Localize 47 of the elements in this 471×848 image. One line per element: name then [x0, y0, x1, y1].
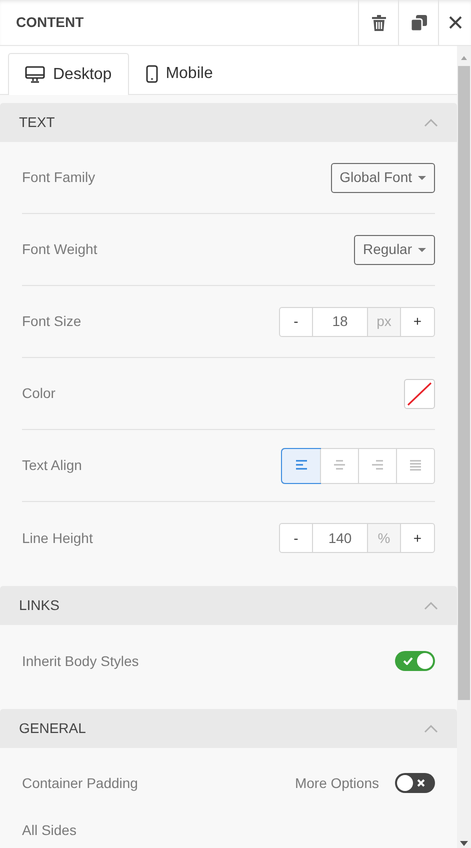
align-right-icon	[371, 460, 384, 471]
field-label: Font Size	[22, 312, 82, 331]
monitor-icon	[25, 66, 45, 83]
align-button[interactable]	[282, 448, 320, 482]
check-icon	[403, 657, 413, 665]
minus-button[interactable]: -	[280, 308, 313, 336]
section-header[interactable]: GENERAL	[0, 709, 457, 748]
scroll-down-icon[interactable]	[459, 838, 469, 848]
align-center-icon	[333, 460, 346, 471]
field-label: Text Align	[22, 456, 82, 475]
toggle-label: More Options	[294, 774, 379, 793]
device-tab[interactable]: Desktop	[8, 53, 129, 95]
align-left-icon	[294, 460, 308, 471]
section-header[interactable]: LINKS	[0, 586, 457, 625]
caret-icon	[418, 248, 426, 252]
field-label: Color	[22, 384, 56, 403]
minus-button[interactable]: -	[280, 524, 313, 552]
plus-button[interactable]: +	[401, 524, 434, 552]
field-label: Container Padding	[22, 774, 138, 793]
align-justify-icon	[409, 460, 422, 471]
trash-icon	[372, 14, 386, 30]
dropdown[interactable]: Global Font	[330, 162, 435, 192]
phone-icon	[146, 64, 158, 82]
field-label: Font Family	[22, 168, 96, 187]
field-label: Inherit Body Styles	[22, 652, 139, 671]
toggle-switch[interactable]	[395, 773, 435, 793]
toggle-switch[interactable]	[395, 651, 435, 671]
field-label: Line Height	[22, 528, 93, 548]
x-icon	[417, 779, 425, 787]
chevron-icon	[424, 602, 438, 610]
scrollbar[interactable]	[457, 46, 471, 848]
device-tab[interactable]: Mobile	[128, 53, 230, 94]
panel-title: CONTENT	[15, 13, 84, 32]
alignment-button-group[interactable]	[281, 448, 435, 484]
section-header[interactable]: TEXT	[0, 103, 457, 142]
plus-button[interactable]: +	[401, 308, 434, 336]
chevron-icon	[424, 118, 438, 126]
close-icon	[448, 16, 462, 29]
copy-icon	[410, 14, 426, 30]
field-label: All Sides	[22, 820, 76, 840]
unit-label: px	[368, 308, 401, 336]
field-label: Font Weight	[22, 240, 98, 259]
unit-label: %	[368, 524, 401, 552]
caret-icon	[418, 176, 426, 180]
color-swatch[interactable]	[404, 378, 435, 408]
dropdown[interactable]: Regular	[354, 234, 435, 264]
chevron-icon	[424, 724, 438, 732]
